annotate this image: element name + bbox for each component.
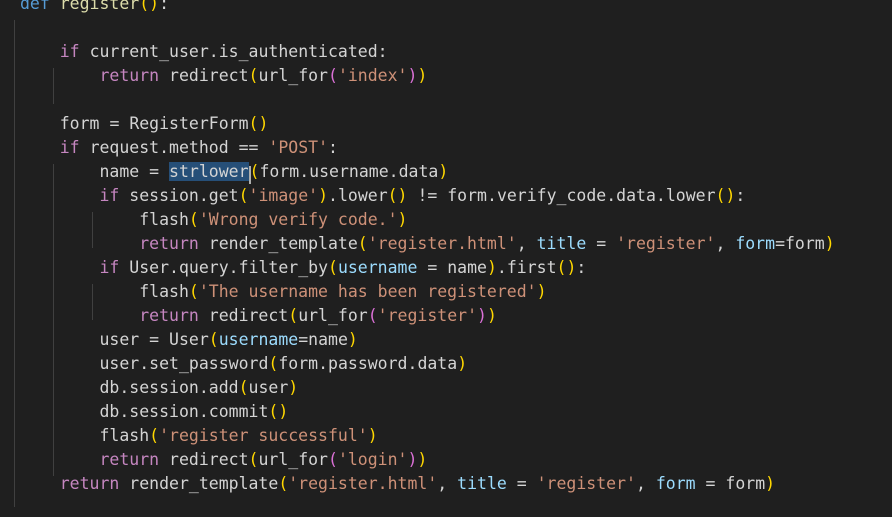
code-line[interactable]: flash('The username has been registered'… [0, 280, 835, 304]
code-line[interactable]: if User.query.filter_by(username = name)… [0, 256, 835, 280]
code-editor-viewport[interactable]: def register(): if current_user.is_authe… [0, 0, 892, 517]
code-line[interactable]: return redirect(url_for('login')) [0, 448, 835, 472]
code-line[interactable]: if current_user.is_authenticated: [0, 40, 835, 64]
code-line[interactable]: user.set_password(form.password.data) [0, 352, 835, 376]
text-caret [248, 166, 251, 184]
code-line[interactable]: db.session.add(user) [0, 376, 835, 400]
code-line[interactable]: if session.get('image').lower() != form.… [0, 184, 835, 208]
code-line[interactable]: db.session.commit() [0, 400, 835, 424]
code-line[interactable]: form = RegisterForm() [0, 112, 835, 136]
code-line[interactable]: return redirect(url_for('register')) [0, 304, 835, 328]
code-line[interactable]: def register(): [0, 0, 835, 16]
code-line[interactable]: if request.method == 'POST': [0, 136, 835, 160]
code-line[interactable]: return render_template('register.html', … [0, 472, 835, 496]
code-line[interactable] [0, 88, 835, 112]
code-line[interactable]: return redirect(url_for('index')) [0, 64, 835, 88]
code-content[interactable]: def register(): if current_user.is_authe… [0, 0, 835, 496]
code-line[interactable]: flash('Wrong verify code.') [0, 208, 835, 232]
code-line[interactable]: name = strlower(form.username.data) [0, 160, 835, 184]
code-line[interactable]: user = User(username=name) [0, 328, 835, 352]
code-line[interactable]: return render_template('register.html', … [0, 232, 834, 256]
selected-token[interactable]: strlower [169, 162, 249, 181]
code-line[interactable] [0, 16, 835, 40]
code-line[interactable]: flash('register successful') [0, 424, 835, 448]
